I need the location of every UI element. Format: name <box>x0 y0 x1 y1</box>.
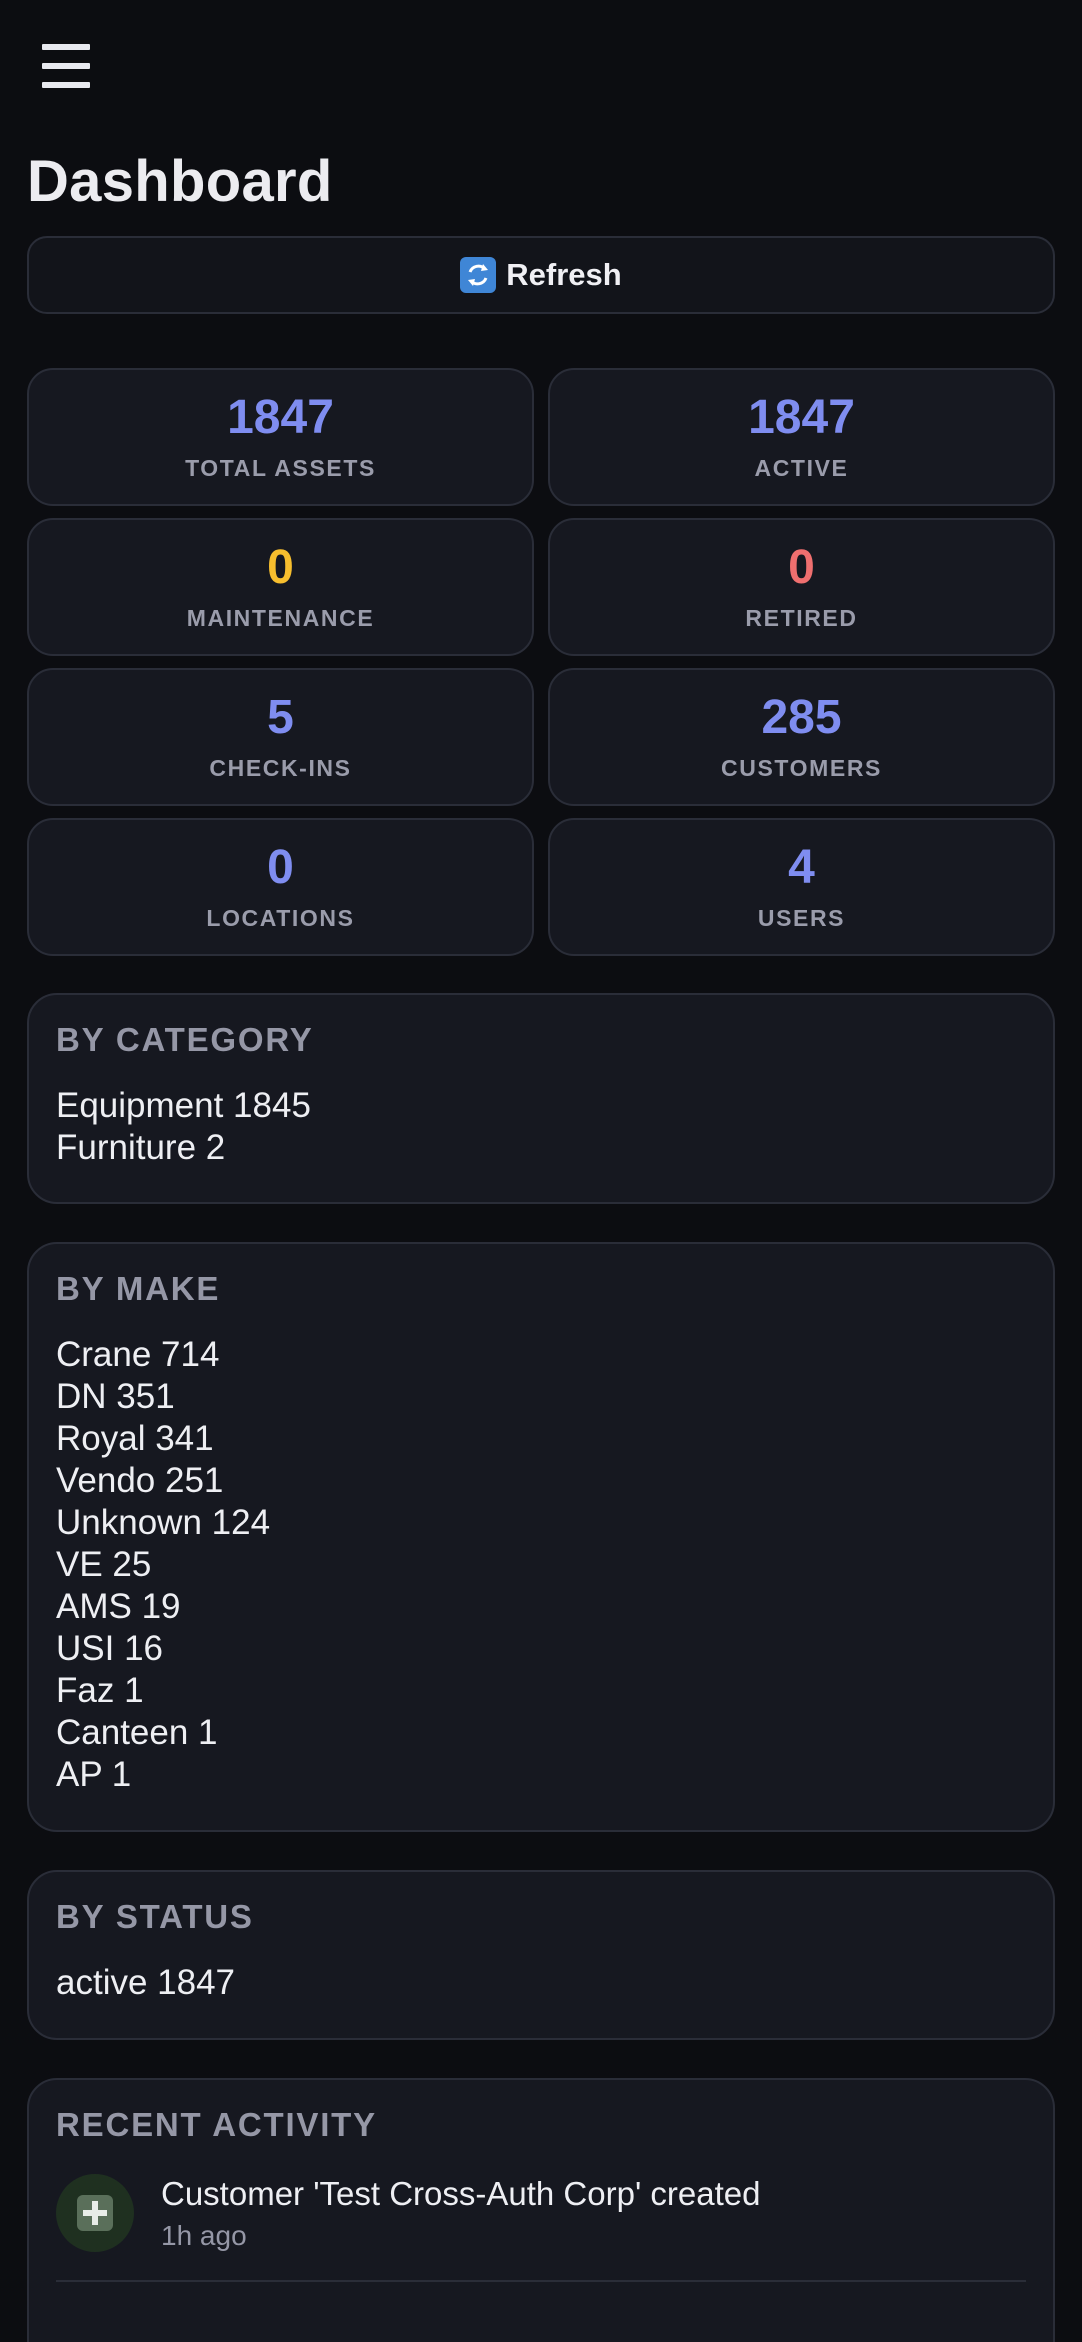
activity-time: 1h ago <box>161 2220 247 2251</box>
stat-label: ACTIVE <box>754 454 849 481</box>
refresh-button[interactable]: Refresh <box>27 236 1055 314</box>
stat-card-maintenance: 0 MAINTENANCE <box>27 518 534 656</box>
stat-value: 5 <box>267 691 294 744</box>
category-row: Furniture 2 <box>56 1128 226 1167</box>
category-row: Equipment 1845 <box>56 1086 311 1125</box>
panel-title: BY STATUS <box>56 1898 254 1935</box>
activity-item[interactable]: Customer 'Test Cross-Auth Corp' created … <box>56 2148 1026 2282</box>
panel-title: RECENT ACTIVITY <box>56 2106 377 2143</box>
stat-value: 1847 <box>227 391 334 444</box>
stat-card-locations: 0 LOCATIONS <box>27 818 534 956</box>
stat-value: 0 <box>267 841 294 894</box>
stat-card-check-ins: 5 CHECK-INS <box>27 668 534 806</box>
recent-activity-panel: RECENT ACTIVITY Customer 'Test Cross-Aut… <box>27 2078 1055 2342</box>
make-row: AMS 19 <box>56 1587 181 1626</box>
stat-value: 0 <box>788 541 815 594</box>
stat-value: 285 <box>761 691 842 744</box>
make-row: AP 1 <box>56 1755 132 1794</box>
panel-title: BY CATEGORY <box>56 1021 314 1058</box>
stats-grid: 1847 TOTAL ASSETS 1847 ACTIVE 0 MAINTENA… <box>27 368 1055 956</box>
make-row: Faz 1 <box>56 1671 144 1710</box>
page-title: Dashboard <box>27 149 333 214</box>
panel-title: BY MAKE <box>56 1270 221 1307</box>
by-make-panel: BY MAKE Crane 714 DN 351 Royal 341 Vendo… <box>27 1242 1055 1832</box>
activity-content: Customer 'Test Cross-Auth Corp' created … <box>161 2174 760 2252</box>
stat-label: RETIRED <box>745 604 858 631</box>
stat-card-total-assets: 1847 TOTAL ASSETS <box>27 368 534 506</box>
activity-text: Customer 'Test Cross-Auth Corp' created <box>161 2175 761 2212</box>
make-row: VE 25 <box>56 1545 152 1584</box>
stat-label: MAINTENANCE <box>186 604 375 631</box>
stat-card-customers: 285 CUSTOMERS <box>548 668 1055 806</box>
make-row: DN 351 <box>56 1377 175 1416</box>
stat-value: 0 <box>267 541 294 594</box>
stat-label: TOTAL ASSETS <box>185 454 376 481</box>
make-row: USI 16 <box>56 1629 163 1668</box>
stat-value: 4 <box>788 841 815 894</box>
plus-icon <box>56 2174 134 2252</box>
stat-label: CHECK-INS <box>209 754 352 781</box>
by-status-panel: BY STATUS active 1847 <box>27 1870 1055 2040</box>
dashboard-page: Dashboard Refresh 1847 TOTAL ASSETS 1847… <box>0 0 1082 2342</box>
status-row: active 1847 <box>56 1963 236 2002</box>
by-category-panel: BY CATEGORY Equipment 1845 Furniture 2 <box>27 993 1055 1204</box>
refresh-arrows-icon <box>460 257 497 293</box>
make-row: Royal 341 <box>56 1419 214 1458</box>
make-row: Unknown 124 <box>56 1503 271 1542</box>
make-row: Canteen 1 <box>56 1713 218 1752</box>
stat-card-users: 4 USERS <box>548 818 1055 956</box>
hamburger-menu-icon[interactable] <box>42 40 96 92</box>
refresh-button-label: Refresh <box>506 257 622 292</box>
make-row: Crane 714 <box>56 1335 220 1374</box>
stat-label: USERS <box>757 904 846 931</box>
stat-card-active: 1847 ACTIVE <box>548 368 1055 506</box>
make-row: Vendo 251 <box>56 1461 224 1500</box>
stat-label: LOCATIONS <box>206 904 355 931</box>
stat-label: CUSTOMERS <box>721 754 882 781</box>
stat-value: 1847 <box>748 391 855 444</box>
stat-card-retired: 0 RETIRED <box>548 518 1055 656</box>
